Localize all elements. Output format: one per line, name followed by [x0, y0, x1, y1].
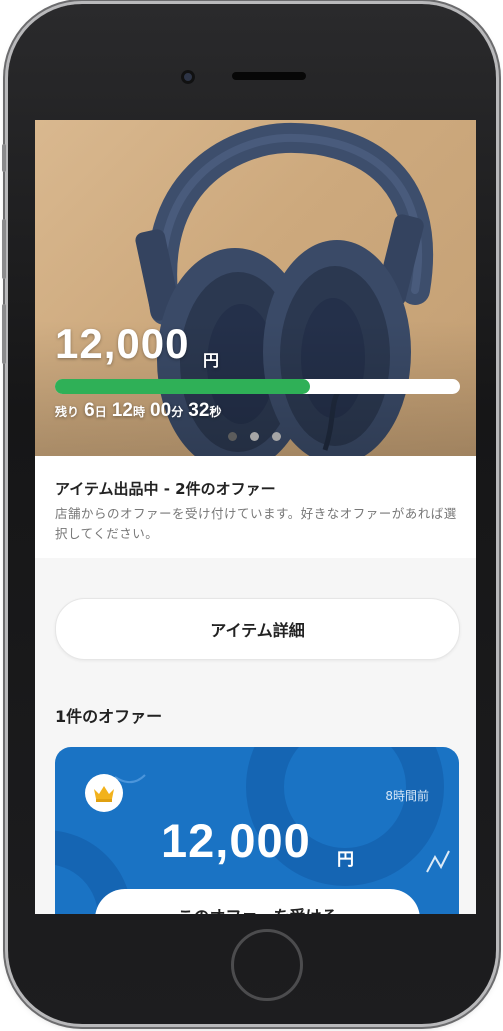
offer-price-unit: 円	[337, 850, 354, 870]
offers-heading: 1件のオファー	[55, 707, 163, 726]
carousel-dot[interactable]	[250, 432, 259, 441]
time-progress-fill	[55, 379, 311, 394]
countdown-timer: 残り 6日 12時 00分 32秒	[55, 400, 221, 422]
earpiece-speaker	[232, 72, 306, 80]
current-price-unit: 円	[203, 351, 220, 370]
item-detail-button[interactable]: アイテム詳細	[55, 598, 460, 660]
seconds-unit: 秒	[209, 405, 222, 419]
volume-up-button	[2, 219, 6, 279]
volume-down-button	[2, 304, 6, 364]
item-photo-carousel[interactable]: 12,000 円 残り 6日 12時 00分 32秒	[35, 120, 476, 456]
accept-offer-button[interactable]: このオファーを受ける	[95, 889, 420, 914]
minutes-value: 00	[150, 400, 172, 421]
listing-status-description: 店舗からのオファーを受け付けています。好きなオファーがあれば選択してください。	[55, 506, 457, 541]
carousel-dot[interactable]	[228, 432, 237, 441]
remaining-label: 残り	[55, 405, 80, 419]
days-value: 6	[84, 400, 95, 421]
carousel-pagination	[228, 432, 281, 441]
days-unit: 日	[94, 405, 107, 419]
current-price: 12,000	[55, 320, 190, 367]
crown-icon	[85, 774, 123, 812]
listing-status-section: アイテム出品中 - 2件のオファー 店舗からのオファーを受け付けています。好きな…	[35, 456, 476, 558]
time-progress-bar	[55, 379, 460, 394]
offer-card[interactable]: 8時間前 12,000 円 このオファーを受ける	[55, 747, 459, 914]
hours-value: 12	[111, 400, 133, 421]
minutes-unit: 分	[171, 405, 184, 419]
app-screen: 12,000 円 残り 6日 12時 00分 32秒 アイテム出品中 - 2件の…	[35, 120, 476, 914]
listing-status-title: アイテム出品中 - 2件のオファー	[55, 480, 276, 498]
front-camera	[181, 70, 195, 84]
mute-switch	[2, 144, 6, 172]
home-button[interactable]	[231, 929, 303, 1001]
carousel-dot[interactable]	[272, 432, 281, 441]
offer-price: 12,000	[161, 814, 311, 867]
offer-timestamp: 8時間前	[385, 789, 429, 803]
hours-unit: 時	[132, 405, 145, 419]
seconds-value: 32	[188, 400, 210, 421]
